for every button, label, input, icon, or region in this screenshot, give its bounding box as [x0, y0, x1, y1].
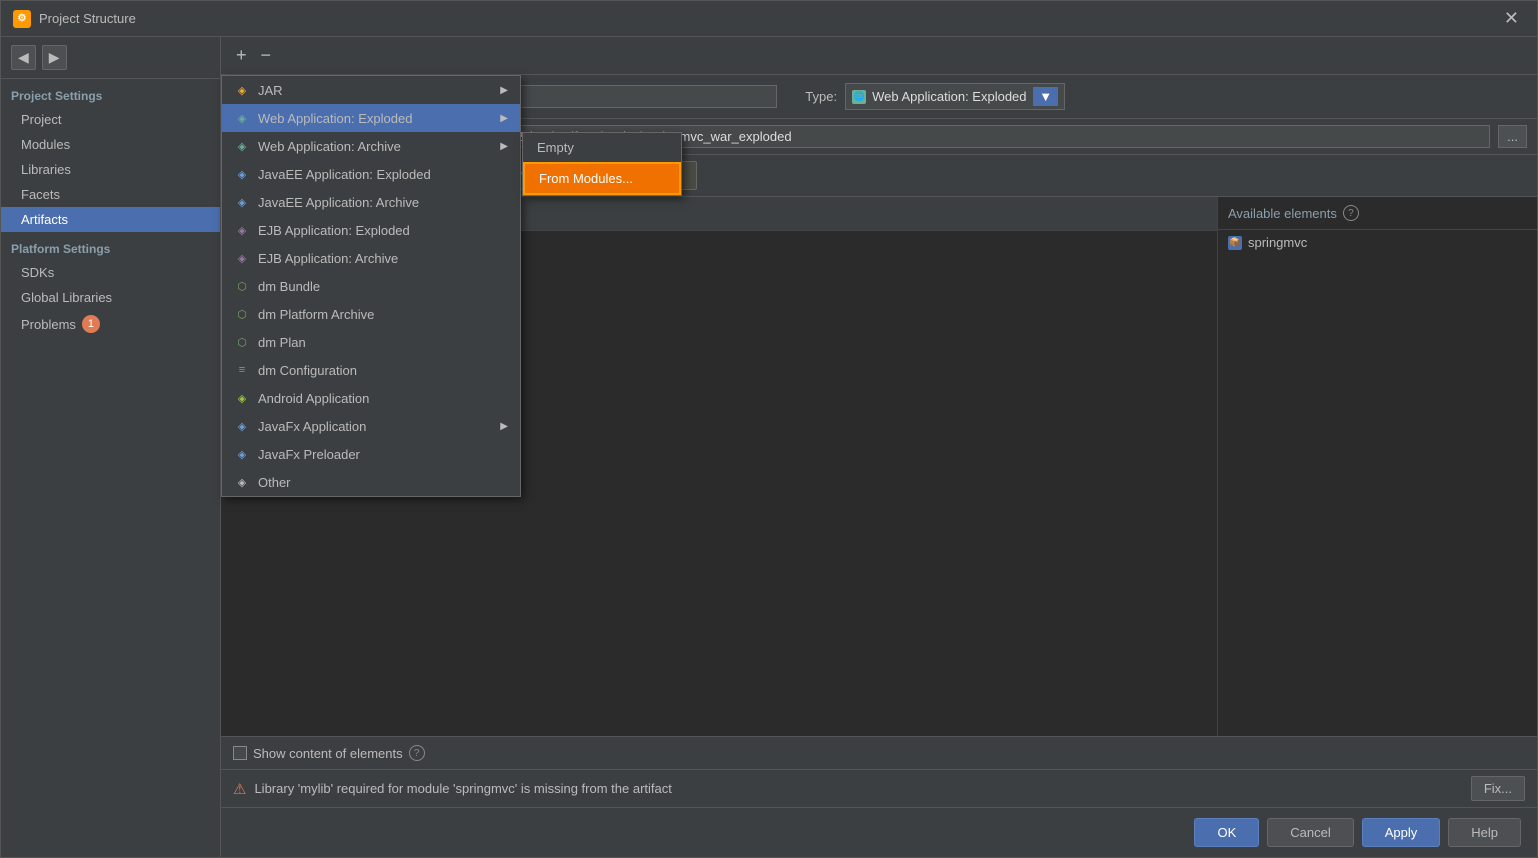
type-select[interactable]: 🌐 Web Application: Exploded ▼	[845, 83, 1065, 110]
dropdown-item-dm-bundle[interactable]: ⬡ dm Bundle	[222, 272, 520, 300]
dropdown-item-javaee-archive[interactable]: ◈ JavaEE Application: Archive	[222, 188, 520, 216]
sidebar-item-facets[interactable]: Facets	[1, 182, 220, 207]
available-header: Available elements ?	[1218, 197, 1537, 230]
output-dir-browse-button[interactable]: ...	[1498, 125, 1527, 148]
dropdown-item-web-exploded[interactable]: ◈ Web Application: Exploded ▶ Empty From…	[222, 104, 520, 132]
dropdown-item-jar[interactable]: ◈ JAR ▶	[222, 76, 520, 104]
jar-icon: ◈	[234, 82, 250, 98]
ejb-exploded-icon: ◈	[234, 222, 250, 238]
web-exploded-arrow-icon: ▶	[500, 113, 508, 124]
main-content: ◀ ▶ Project Settings Project Modules Lib…	[1, 37, 1537, 857]
type-select-icon: 🌐	[852, 90, 866, 104]
type-label: Type:	[805, 89, 837, 104]
error-bar: ⚠ Library 'mylib' required for module 's…	[221, 769, 1537, 807]
jar-arrow-icon: ▶	[500, 85, 508, 96]
dm-config-icon: ≡	[234, 362, 250, 378]
available-module-icon: 📦	[1228, 236, 1242, 250]
web-archive-icon: ◈	[234, 138, 250, 154]
dropdown-item-dm-config[interactable]: ≡ dm Configuration	[222, 356, 520, 384]
android-icon: ◈	[234, 390, 250, 406]
sidebar-item-libraries[interactable]: Libraries	[1, 157, 220, 182]
app-icon: ⚙	[13, 10, 31, 28]
ejb-archive-icon: ◈	[234, 250, 250, 266]
sidebar-item-artifacts[interactable]: Artifacts	[1, 207, 220, 232]
dropdown-item-javafx-preloader[interactable]: ◈ JavaFx Preloader	[222, 440, 520, 468]
sidebar: ◀ ▶ Project Settings Project Modules Lib…	[1, 37, 221, 857]
dropdown-item-web-archive[interactable]: ◈ Web Application: Archive ▶	[222, 132, 520, 160]
error-icon: ⚠	[233, 780, 246, 798]
web-exploded-submenu: Empty From Modules...	[522, 132, 682, 196]
project-settings-section: Project Settings	[1, 79, 220, 107]
javafx-preloader-icon: ◈	[234, 446, 250, 462]
available-help-icon[interactable]: ?	[1343, 205, 1359, 221]
sidebar-item-sdks[interactable]: SDKs	[1, 260, 220, 285]
show-content-checkbox[interactable]	[233, 746, 247, 760]
available-item-springmvc[interactable]: 📦 springmvc	[1218, 230, 1537, 255]
dropdown-item-javaee-exploded[interactable]: ◈ JavaEE Application: Exploded	[222, 160, 520, 188]
problems-badge: 1	[82, 315, 100, 333]
dm-plan-icon: ⬡	[234, 334, 250, 350]
bottom-bar: Show content of elements ?	[221, 736, 1537, 769]
show-content-label: Show content of elements	[253, 746, 403, 761]
nav-buttons: ◀ ▶	[1, 37, 220, 79]
submenu-item-empty[interactable]: Empty	[523, 133, 681, 162]
right-panel: + − ◈ JAR ▶ ◈ Web Application: Exploded …	[221, 37, 1537, 857]
other-icon: ◈	[234, 474, 250, 490]
sidebar-item-project[interactable]: Project	[1, 107, 220, 132]
sidebar-item-problems[interactable]: Problems 1	[1, 310, 220, 338]
javafx-icon: ◈	[234, 418, 250, 434]
sidebar-item-global-libraries[interactable]: Global Libraries	[1, 285, 220, 310]
remove-artifact-button[interactable]: −	[256, 43, 277, 68]
forward-button[interactable]: ▶	[42, 45, 67, 70]
project-structure-window: ⚙ Project Structure ✕ ◀ ▶ Project Settin…	[0, 0, 1538, 858]
dm-platform-icon: ⬡	[234, 306, 250, 322]
cancel-button[interactable]: Cancel	[1267, 818, 1353, 847]
type-dropdown-button[interactable]: ▼	[1033, 87, 1058, 106]
title-bar: ⚙ Project Structure ✕	[1, 1, 1537, 37]
apply-button[interactable]: Apply	[1362, 818, 1441, 847]
toolbar-area: + − ◈ JAR ▶ ◈ Web Application: Exploded …	[221, 37, 1537, 75]
submenu-item-from-modules[interactable]: From Modules...	[523, 162, 681, 195]
ok-button[interactable]: OK	[1194, 818, 1259, 847]
add-artifact-button[interactable]: +	[231, 43, 252, 68]
footer: OK Cancel Apply Help	[221, 807, 1537, 857]
web-exploded-icon: ◈	[234, 110, 250, 126]
available-panel: Available elements ? 📦 springmvc	[1217, 197, 1537, 736]
add-dropdown-menu: ◈ JAR ▶ ◈ Web Application: Exploded ▶ Em…	[221, 75, 521, 497]
platform-settings-section: Platform Settings	[1, 232, 220, 260]
close-button[interactable]: ✕	[1498, 6, 1525, 31]
sidebar-item-modules[interactable]: Modules	[1, 132, 220, 157]
dropdown-item-ejb-archive[interactable]: ◈ EJB Application: Archive	[222, 244, 520, 272]
dropdown-item-android[interactable]: ◈ Android Application	[222, 384, 520, 412]
back-button[interactable]: ◀	[11, 45, 36, 70]
web-archive-arrow-icon: ▶	[500, 141, 508, 152]
javaee-exploded-icon: ◈	[234, 166, 250, 182]
javaee-archive-icon: ◈	[234, 194, 250, 210]
dropdown-item-javafx[interactable]: ◈ JavaFx Application ▶	[222, 412, 520, 440]
show-content-help-icon[interactable]: ?	[409, 745, 425, 761]
help-button[interactable]: Help	[1448, 818, 1521, 847]
dropdown-item-other[interactable]: ◈ Other	[222, 468, 520, 496]
dropdown-item-dm-platform[interactable]: ⬡ dm Platform Archive	[222, 300, 520, 328]
fix-button[interactable]: Fix...	[1471, 776, 1525, 801]
javafx-arrow-icon: ▶	[500, 421, 508, 432]
dropdown-item-ejb-exploded[interactable]: ◈ EJB Application: Exploded	[222, 216, 520, 244]
show-content-row: Show content of elements ?	[233, 745, 1525, 761]
dropdown-item-dm-plan[interactable]: ⬡ dm Plan	[222, 328, 520, 356]
window-title: Project Structure	[39, 11, 1498, 26]
dm-bundle-icon: ⬡	[234, 278, 250, 294]
error-message: Library 'mylib' required for module 'spr…	[254, 781, 1462, 796]
